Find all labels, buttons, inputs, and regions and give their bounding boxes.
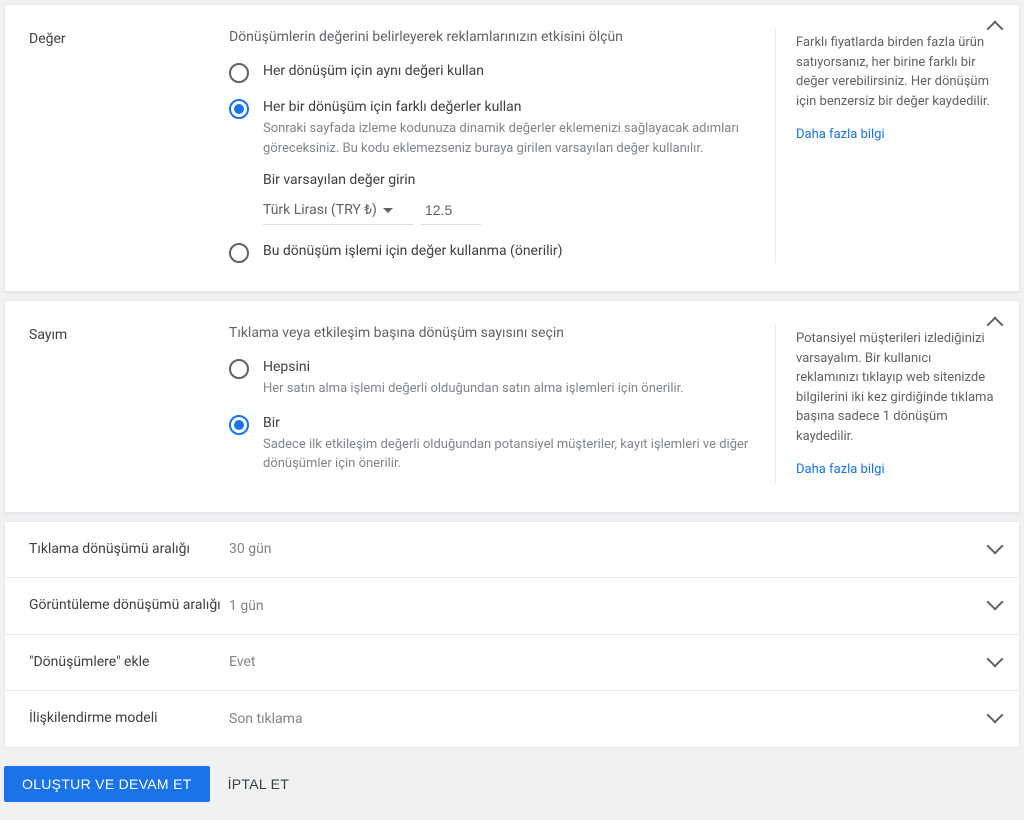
click-window-label: Tıklama dönüşümü aralığı: [29, 540, 229, 560]
chevron-down-icon: [987, 707, 1004, 724]
radio-count-one[interactable]: Bir Sadece ilk etkileşim değerli olduğun…: [229, 415, 759, 474]
expand-button[interactable]: [989, 709, 1001, 725]
currency-select[interactable]: Türk Lirası (TRY ₺): [263, 196, 413, 225]
radio-icon: [229, 415, 249, 435]
collapse-button[interactable]: [989, 23, 1001, 39]
value-learn-more-link[interactable]: Daha fazla bilgi: [796, 125, 995, 145]
chevron-up-icon: [987, 21, 1004, 38]
count-learn-more-link[interactable]: Daha fazla bilgi: [796, 460, 995, 480]
radio-diff-label: Her bir dönüşüm için farklı değerler kul…: [263, 99, 759, 115]
attribution-value: Son tıklama: [229, 711, 303, 727]
chevron-up-icon: [987, 317, 1004, 334]
collapse-button[interactable]: [989, 319, 1001, 335]
value-section-main: Dönüşümlerin değerini belirleyerek rekla…: [229, 29, 775, 263]
value-info-box: Farklı fiyatlarda birden fazla ürün satı…: [775, 29, 995, 263]
view-window-label: Görüntüleme dönüşümü aralığı: [29, 596, 229, 616]
radio-one-sub: Sadece ilk etkileşim değerli olduğundan …: [263, 435, 759, 474]
chevron-down-icon: [987, 650, 1004, 667]
radio-icon: [229, 243, 249, 263]
footer: OLUŞTUR VE DEVAM ET İPTAL ET: [0, 748, 1024, 820]
view-window-value: 1 gün: [229, 598, 264, 614]
radio-diff-sub: Sonraki sayfada izleme kodunuza dinamik …: [263, 119, 759, 158]
default-value-input[interactable]: [421, 196, 481, 225]
expand-button[interactable]: [989, 540, 1001, 556]
radio-same-value[interactable]: Her dönüşüm için aynı değeri kullan: [229, 63, 759, 83]
create-continue-button[interactable]: OLUŞTUR VE DEVAM ET: [4, 766, 210, 802]
attribution-label: İlişkilendirme modeli: [29, 709, 229, 729]
cancel-button[interactable]: İPTAL ET: [228, 776, 290, 792]
count-card: Sayım Tıklama veya etkileşim başına dönü…: [4, 300, 1020, 513]
count-info-box: Potansiyel müşterileri izlediğinizi vars…: [775, 325, 995, 484]
radio-icon: [229, 63, 249, 83]
currency-text: Türk Lirası (TRY ₺): [263, 202, 377, 218]
include-row[interactable]: "Dönüşümlere" ekle Evet: [4, 635, 1020, 692]
chevron-down-icon: [987, 537, 1004, 554]
count-info-text: Potansiyel müşterileri izlediğinizi vars…: [796, 329, 995, 446]
radio-one-label: Bir: [263, 415, 759, 431]
dropdown-icon: [383, 208, 393, 213]
include-value: Evet: [229, 654, 255, 670]
radio-same-label: Her dönüşüm için aynı değeri kullan: [263, 63, 759, 79]
default-value-label: Bir varsayılan değer girin: [263, 172, 759, 188]
value-section-label: Değer: [29, 29, 229, 263]
count-section-label: Sayım: [29, 325, 229, 484]
count-description: Tıklama veya etkileşim başına dönüşüm sa…: [229, 325, 759, 341]
attribution-row[interactable]: İlişkilendirme modeli Son tıklama: [4, 691, 1020, 748]
view-window-row[interactable]: Görüntüleme dönüşümü aralığı 1 gün: [4, 578, 1020, 635]
radio-none-label: Bu dönüşüm işlemi için değer kullanma (ö…: [263, 243, 759, 259]
radio-count-all[interactable]: Hepsini Her satın alma işlemi değerli ol…: [229, 359, 759, 399]
value-info-text: Farklı fiyatlarda birden fazla ürün satı…: [796, 33, 995, 111]
radio-icon: [229, 359, 249, 379]
radio-all-sub: Her satın alma işlemi değerli olduğundan…: [263, 379, 759, 399]
expand-button[interactable]: [989, 596, 1001, 612]
radio-icon: [229, 99, 249, 119]
include-label: "Dönüşümlere" ekle: [29, 653, 229, 673]
radio-diff-value[interactable]: Her bir dönüşüm için farklı değerler kul…: [229, 99, 759, 225]
value-card: Değer Dönüşümlerin değerini belirleyerek…: [4, 4, 1020, 292]
radio-all-label: Hepsini: [263, 359, 759, 375]
click-window-value: 30 gün: [229, 541, 272, 557]
count-section-main: Tıklama veya etkileşim başına dönüşüm sa…: [229, 325, 775, 484]
radio-no-value[interactable]: Bu dönüşüm işlemi için değer kullanma (ö…: [229, 243, 759, 263]
expand-button[interactable]: [989, 653, 1001, 669]
click-window-row[interactable]: Tıklama dönüşümü aralığı 30 gün: [4, 521, 1020, 579]
value-description: Dönüşümlerin değerini belirleyerek rekla…: [229, 29, 759, 45]
chevron-down-icon: [987, 594, 1004, 611]
